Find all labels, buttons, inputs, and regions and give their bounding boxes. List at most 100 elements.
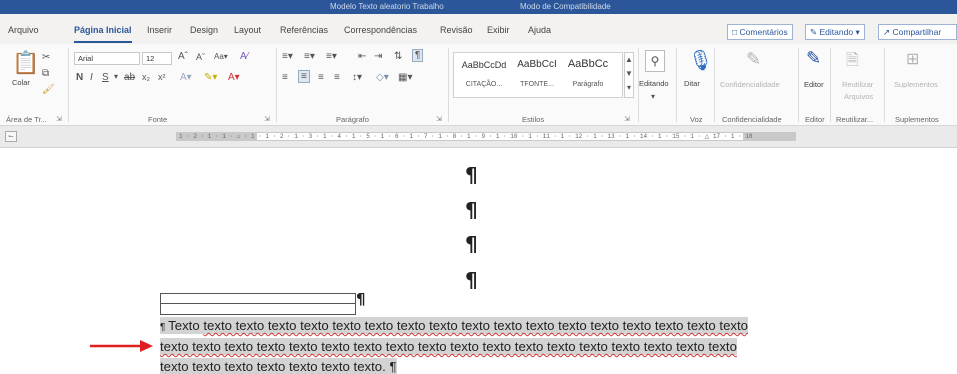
reuse-button-label-2[interactable]: Arquivos — [844, 92, 873, 101]
tab-arquivo[interactable]: Arquivo — [8, 25, 39, 35]
empty-table[interactable] — [160, 293, 356, 315]
multilevel-list-icon[interactable]: ≡▾ — [326, 51, 337, 62]
ribbon-tab-row: Arquivo Página Inicial Inserir Design La… — [0, 14, 957, 44]
reuse-files-icon[interactable]: 🗎 — [846, 49, 859, 76]
justify-icon[interactable]: ≡ — [334, 72, 340, 83]
title-bar: Modelo Texto aleatorio Trabalho Modo de … — [0, 0, 957, 14]
editing-label[interactable]: Editando — [639, 79, 669, 88]
active-tab-indicator — [74, 41, 132, 43]
sort-icon[interactable]: ⇅ — [394, 51, 402, 62]
tab-referencias[interactable]: Referências — [280, 25, 328, 35]
line-start-mark: ¶ — [160, 322, 169, 333]
paste-label[interactable]: Colar — [12, 78, 30, 87]
styles-launcher-icon[interactable]: ⇲ — [624, 115, 630, 123]
repeated-text: texto texto texto texto texto texto text… — [203, 318, 749, 333]
tab-revisao[interactable]: Revisão — [440, 25, 473, 35]
align-left-icon[interactable]: ≡ — [282, 72, 288, 83]
repeated-text: texto texto texto texto texto texto text… — [160, 339, 737, 354]
microphone-icon[interactable]: 🎙 — [688, 48, 713, 73]
style-name-citacao[interactable]: CITAÇÃO... — [458, 81, 510, 88]
table-row-divider — [161, 303, 355, 304]
group-separator — [798, 48, 799, 122]
group-separator — [830, 48, 831, 122]
document-line-2[interactable]: texto texto texto texto texto texto text… — [160, 338, 737, 355]
paragraph-launcher-icon[interactable]: ⇲ — [436, 115, 442, 123]
borders-icon[interactable]: ▦▾ — [398, 72, 412, 83]
bullets-icon[interactable]: ≡▾ — [282, 51, 293, 62]
underline-icon[interactable]: S — [102, 72, 109, 83]
style-preview-citacao[interactable]: AaBbCcDd — [458, 60, 510, 70]
copy-icon[interactable]: ⧉ — [42, 68, 49, 79]
horizontal-ruler[interactable]: 1 · 2 · 1 · 1 · ⌂ · 1 · 1 · 2 · 1 · 3 · … — [176, 132, 796, 141]
shrink-font-icon[interactable]: Aˇ — [196, 52, 205, 62]
style-preview-paragrafo[interactable]: AaBbCc — [564, 58, 612, 70]
cut-icon[interactable]: ✂ — [42, 52, 50, 63]
editor-button-label[interactable]: Editor — [804, 80, 824, 89]
sensitivity-icon[interactable]: ✎ — [746, 49, 761, 70]
superscript-icon[interactable]: x² — [158, 72, 166, 82]
show-formatting-marks-icon[interactable]: ¶ — [412, 49, 424, 62]
repeated-text: texto texto texto texto texto texto text… — [160, 359, 383, 374]
style-name-tfonte[interactable]: TFONTE... — [510, 81, 564, 88]
tab-exibir[interactable]: Exibir — [487, 25, 510, 35]
font-group-label: Fonte — [148, 115, 168, 124]
comments-button[interactable]: □ Comentários — [727, 24, 793, 40]
editor-icon[interactable]: ✎ — [806, 48, 821, 69]
chevron-down-icon: ▾ — [855, 27, 860, 37]
style-name-paragrafo[interactable]: Parágrafo — [564, 81, 612, 88]
font-size-box[interactable]: 12 — [142, 52, 172, 65]
text-effects-icon[interactable]: A▾ — [180, 72, 192, 83]
tab-inserir[interactable]: Inserir — [147, 25, 172, 35]
reuse-button-label-1[interactable]: Reutilizar — [842, 80, 873, 89]
document-line-1[interactable]: ¶ Texto texto texto texto texto texto te… — [160, 317, 749, 334]
addins-grid-icon[interactable]: ⊞ — [906, 49, 919, 69]
styles-scroll-icon[interactable]: ▲ ▼ ▾ — [624, 52, 634, 98]
styles-gallery[interactable]: AaBbCcDd CITAÇÃO... AaBbCcI TFONTE... Aa… — [453, 52, 623, 98]
tab-correspondencias[interactable]: Correspondências — [344, 25, 417, 35]
tab-selector-icon[interactable]: ⌙ — [5, 131, 17, 142]
bold-icon[interactable]: N — [76, 72, 83, 83]
change-case-icon[interactable]: Aa▾ — [214, 52, 228, 61]
tab-layout[interactable]: Layout — [234, 25, 261, 35]
line-spacing-icon[interactable]: ↕▾ — [352, 72, 362, 83]
shading-icon[interactable]: ◇▾ — [376, 72, 389, 83]
tab-ajuda[interactable]: Ajuda — [528, 25, 551, 35]
dictate-label[interactable]: Ditar — [684, 79, 700, 88]
group-separator — [884, 48, 885, 122]
search-icon[interactable]: ⚲ — [645, 50, 665, 72]
style-preview-tfonte[interactable]: AaBbCcI — [510, 59, 564, 70]
clear-formatting-icon[interactable]: A∕ — [240, 51, 248, 62]
font-name-box[interactable]: Arial — [74, 52, 140, 65]
editing-mode-button[interactable]: ✎ Editando ▾ — [805, 24, 865, 40]
grow-font-icon[interactable]: Aˆ — [178, 51, 188, 62]
align-center-icon[interactable]: ≡ — [298, 70, 310, 83]
document-line-3[interactable]: texto texto texto texto texto texto text… — [160, 358, 397, 374]
format-painter-icon[interactable]: 🖌 — [42, 84, 55, 95]
arrow-head — [140, 340, 153, 352]
subscript-icon[interactable]: x₂ — [142, 72, 150, 82]
addins-button-label[interactable]: Suplementos — [894, 80, 938, 89]
align-right-icon[interactable]: ≡ — [318, 72, 324, 83]
underline-dropdown-icon[interactable]: ▾ — [114, 72, 118, 81]
font-launcher-icon[interactable]: ⇲ — [264, 115, 270, 123]
reuse-group-label: Reutilizar... — [836, 115, 874, 124]
ribbon: 📋 Colar ✂ ⧉ 🖌 Área de Tr... ⇲ Arial 12 A… — [0, 44, 957, 126]
paragraph-mark: ¶ — [465, 163, 478, 187]
strikethrough-icon[interactable]: ab — [124, 72, 135, 83]
paragraph-mark: ¶ — [465, 268, 478, 292]
highlight-color-icon[interactable]: ✎▾ — [204, 72, 217, 83]
decrease-indent-icon[interactable]: ⇤ — [358, 51, 366, 62]
paste-icon[interactable]: 📋 — [12, 50, 39, 76]
ruler-bar: ⌙ 1 · 2 · 1 · 1 · ⌂ · 1 · 1 · 2 · 1 · 3 … — [0, 126, 957, 148]
share-button[interactable]: ↗ Compartilhar — [878, 24, 957, 40]
increase-indent-icon[interactable]: ⇥ — [374, 51, 382, 62]
font-color-icon[interactable]: A▾ — [228, 72, 240, 83]
clipboard-launcher-icon[interactable]: ⇲ — [56, 115, 62, 123]
italic-icon[interactable]: I — [90, 72, 93, 83]
voice-group-label: Voz — [690, 115, 703, 124]
sensitivity-button-label[interactable]: Confidencialidade — [720, 80, 780, 89]
numbering-icon[interactable]: ≡▾ — [304, 51, 315, 62]
editing-dropdown-icon[interactable]: ▾ — [651, 92, 655, 101]
tab-pagina-inicial[interactable]: Página Inicial — [74, 25, 132, 35]
tab-design[interactable]: Design — [190, 25, 218, 35]
